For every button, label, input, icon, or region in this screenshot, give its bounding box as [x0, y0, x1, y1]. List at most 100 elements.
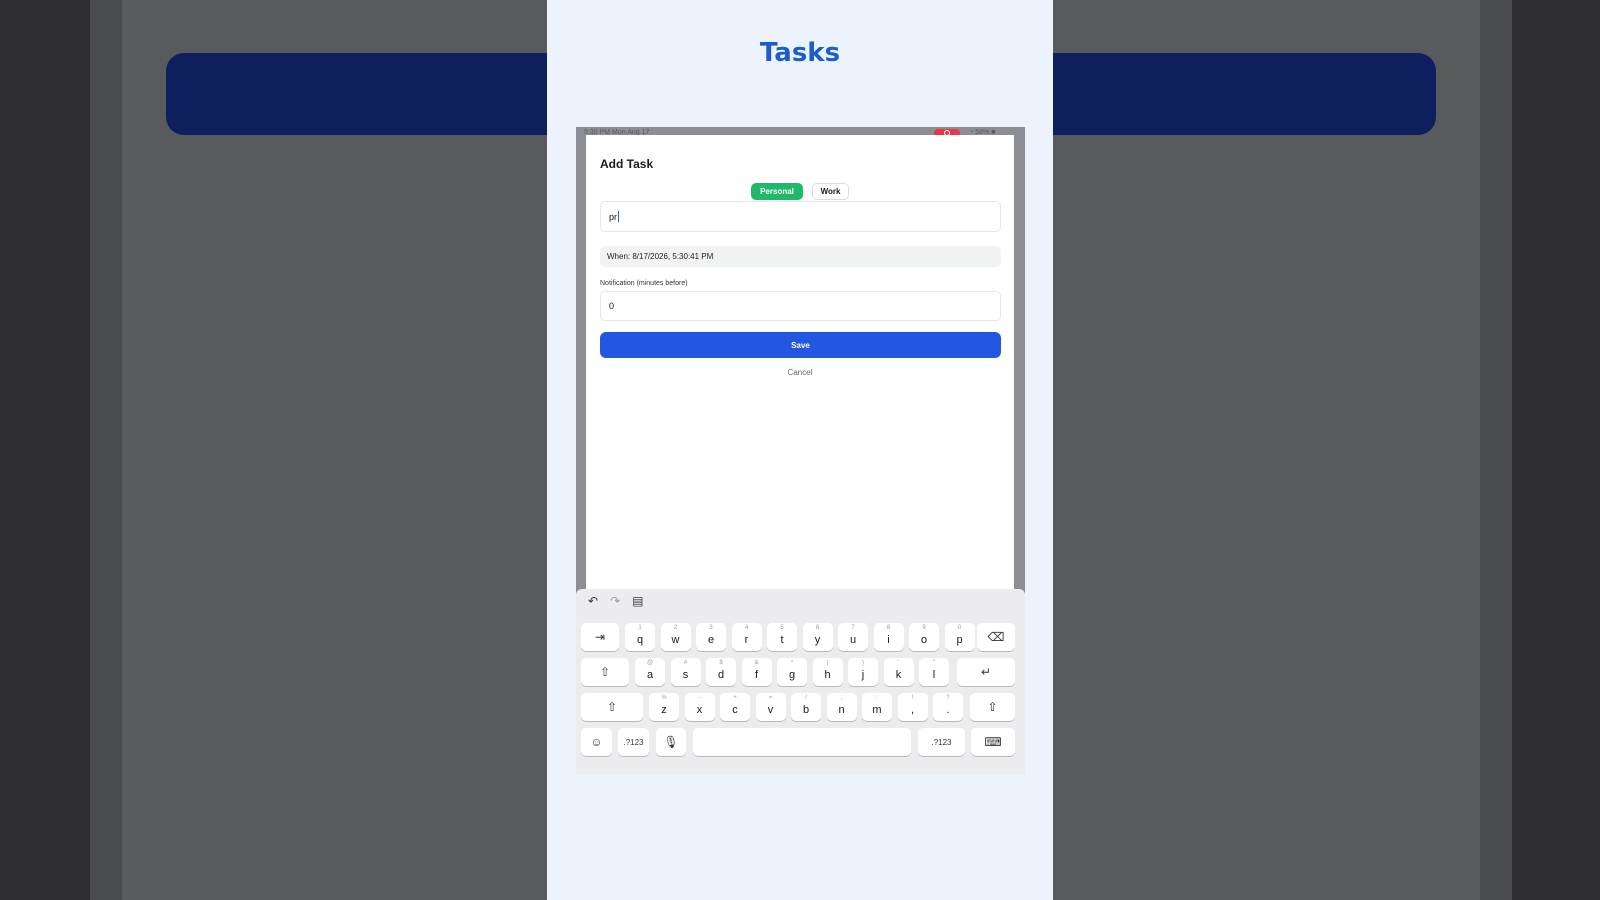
key-row1-2[interactable]: 3e [696, 623, 726, 651]
key-label: q [636, 634, 644, 646]
key-hint: 7 [851, 625, 855, 631]
key-hint: ' [897, 660, 900, 666]
key-row3-2[interactable]: + c [720, 693, 750, 721]
key-row1-6[interactable]: 7u [838, 623, 868, 651]
redo-icon[interactable]: ↷ [610, 594, 620, 610]
key-hint: ( [826, 660, 829, 666]
key-row2-2[interactable]: $ d [706, 658, 736, 686]
key-row2-4[interactable]: * g [777, 658, 807, 686]
key-label: k [895, 669, 902, 681]
dismiss-keyboard-key[interactable]: ⌨ [971, 728, 1015, 756]
save-button[interactable]: Save [600, 332, 1001, 358]
emoji-icon: ☺ [590, 735, 603, 749]
key-label: a [646, 669, 654, 681]
tab-icon: ⇥ [594, 630, 606, 644]
key-hint: : [876, 695, 878, 701]
cancel-button[interactable]: Cancel [586, 368, 1014, 377]
emoji-key[interactable]: ☺ [581, 728, 612, 756]
key-hint: 4 [744, 625, 749, 631]
key-row1-0[interactable]: 1q [625, 623, 655, 651]
dictation-key[interactable]: 🎙 [656, 728, 686, 756]
key-row1-3[interactable]: 4r [731, 623, 762, 651]
key-label: h [824, 669, 831, 681]
key-label: e [707, 634, 715, 646]
shift-icon: ⇧ [599, 665, 611, 679]
key-row2-1[interactable]: # s [670, 658, 701, 686]
paste-icon[interactable]: ▤ [632, 594, 643, 610]
key-hint: + [733, 695, 737, 701]
key-row2-6[interactable]: ) j [848, 658, 878, 686]
key-label: f [754, 669, 759, 681]
key-row1-7[interactable]: 8i [873, 623, 904, 651]
key-row1-4[interactable]: 5t [767, 623, 797, 651]
segment-work[interactable]: Work [812, 183, 849, 200]
key-row3-1[interactable]: -x [684, 693, 715, 721]
key-hint: = [768, 695, 773, 701]
key-row3-3[interactable]: = v [755, 693, 786, 721]
key-row2-8[interactable]: " l [919, 658, 949, 686]
key-label: w [671, 634, 680, 646]
return-key[interactable]: ↵ [957, 658, 1015, 686]
key-label: j [861, 669, 865, 681]
shift-key-right[interactable]: ⇧ [970, 693, 1015, 721]
key-hint: 8 [886, 625, 891, 631]
shift-key-left-lower[interactable]: ⇧ [581, 693, 643, 721]
shift-icon: ⇧ [606, 700, 618, 714]
key-row3-8[interactable]: ?. [933, 693, 963, 721]
key-label: o [920, 634, 928, 646]
space-key[interactable] [693, 728, 911, 756]
key-hint: 9 [922, 625, 926, 631]
key-row1-8[interactable]: 9o [909, 623, 939, 651]
key-label: . [946, 704, 950, 716]
key-label: s [682, 669, 689, 681]
delete-icon: ⌫ [987, 630, 1005, 644]
delete-key[interactable]: ⌫ [977, 623, 1015, 651]
key-label: p [956, 634, 963, 646]
numbers-key-left[interactable]: .?123 [618, 728, 649, 756]
tab-key[interactable]: ⇥ [581, 623, 619, 651]
key-row2-0[interactable]: @ a [635, 658, 665, 686]
key-row3-6[interactable]: :m [862, 693, 892, 721]
task-title-value: pr [609, 212, 618, 222]
key-hint: ? [946, 695, 950, 701]
when-date-field[interactable]: When: 8/17/2026, 5:30:41 PM [600, 246, 1001, 267]
key-hint: $ [719, 660, 723, 666]
shift-key-left[interactable]: ⇧ [581, 658, 629, 686]
key-row3-7[interactable]: !, [897, 693, 928, 721]
notification-minutes-input[interactable]: 0 [600, 291, 1001, 321]
key-hint: - [698, 695, 701, 701]
undo-icon[interactable]: ↶ [588, 594, 598, 610]
key-hint: 0 [957, 625, 962, 631]
key-hint: 1 [638, 625, 642, 631]
text-caret [618, 211, 620, 222]
segment-personal[interactable]: Personal [751, 183, 803, 200]
key-hint: 3 [709, 625, 713, 631]
key-row1-1[interactable]: 2w [660, 623, 691, 651]
key-hint: * [790, 660, 794, 666]
background-edge-right [1480, 0, 1512, 900]
key-hint: 2 [673, 625, 678, 631]
shift-icon: ⇧ [987, 700, 998, 714]
key-label: l [932, 669, 936, 681]
task-title-input[interactable]: pr [600, 201, 1001, 232]
key-label: g [788, 669, 796, 681]
key-row2-5[interactable]: (h [812, 658, 843, 686]
numbers-key-right[interactable]: .?123 [918, 728, 965, 756]
key-label: , [910, 704, 915, 716]
key-label: r [744, 634, 749, 646]
onscreen-keyboard: ↶ ↷ ▤ ⇥ 1q2w3e4r5t6y7u8i9o0p ⌫ ⇧ @ a # s $ d &… [576, 589, 1025, 774]
key-row2-7[interactable]: ' k [883, 658, 914, 686]
key-row1-5[interactable]: 6y [802, 623, 833, 651]
key-label: y [814, 634, 821, 646]
sheet-title: Add Task [600, 157, 654, 171]
key-label: m [872, 704, 882, 716]
key-row2-3[interactable]: & f [741, 658, 772, 686]
key-label: t [780, 634, 784, 646]
key-row1-9[interactable]: 0p [944, 623, 975, 651]
key-row3-4[interactable]: / b [791, 693, 821, 721]
key-row3-0[interactable]: % z [649, 693, 679, 721]
key-hint: / [805, 695, 807, 701]
key-row3-5[interactable]: ; n [826, 693, 857, 721]
key-hint: % [661, 695, 667, 701]
key-label: d [717, 669, 725, 681]
